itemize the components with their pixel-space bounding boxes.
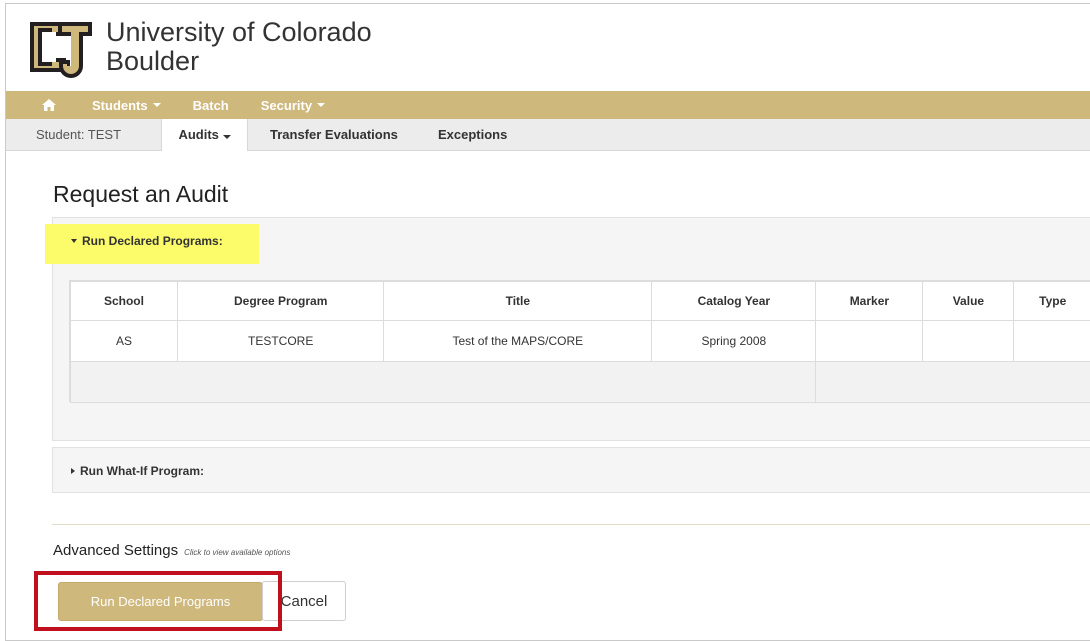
sub-nav: Student: TEST Audits Transfer Evaluation… [6, 119, 1090, 151]
cell-value [922, 320, 1015, 362]
nav-students-label: Students [92, 97, 148, 113]
tab-transfer-evaluations[interactable]: Transfer Evaluations [270, 119, 398, 150]
student-label: Student: TEST [36, 127, 122, 142]
col-marker: Marker [815, 281, 924, 321]
table-header-row: School Degree Program Title Catalog Year… [70, 281, 1090, 321]
declared-programs-heading: Run Declared Programs: [82, 234, 223, 248]
cell-school: AS [70, 320, 178, 362]
empty-cell [815, 361, 1090, 403]
nav-batch[interactable]: Batch [193, 98, 229, 113]
declared-programs-panel: Run Declared Programs: School Degree Pro… [45, 217, 1090, 441]
col-title: Title [383, 281, 653, 321]
table-row-empty [69, 361, 1090, 403]
what-if-heading: Run What-If Program: [80, 464, 204, 478]
cell-title: Test of the MAPS/CORE [383, 320, 653, 362]
advanced-settings-hint: Click to view available options [184, 548, 291, 557]
nav-batch-label: Batch [192, 97, 229, 113]
tab-audits-label: Audits [178, 127, 219, 142]
declared-programs-table: School Degree Program Title Catalog Year… [69, 280, 1090, 403]
caret-right-icon [71, 468, 75, 474]
callout-box [34, 571, 282, 631]
cell-catalog-year: Spring 2008 [651, 320, 817, 362]
tab-audits[interactable]: Audits [161, 119, 248, 151]
nav-security-label: Security [260, 97, 313, 113]
chevron-down-icon [317, 103, 326, 107]
tab-exceptions[interactable]: Exceptions [438, 119, 507, 150]
what-if-panel[interactable]: Run What-If Program: [52, 447, 1090, 493]
empty-cell [69, 361, 817, 403]
page-title: Request an Audit [53, 181, 229, 207]
col-type: Type [1013, 281, 1090, 321]
nav-security[interactable]: Security [260, 97, 326, 113]
col-degree-program: Degree Program [176, 281, 385, 321]
cell-type [1013, 320, 1090, 362]
declared-programs-header[interactable]: Run Declared Programs: [45, 218, 1090, 264]
chevron-down-icon [222, 135, 231, 139]
brand-line2: Boulder [106, 46, 200, 76]
cell-degree-program: TESTCORE [176, 320, 385, 362]
top-nav: Students Batch Security [6, 91, 1090, 119]
chevron-down-icon [152, 103, 161, 107]
col-catalog-year: Catalog Year [651, 281, 817, 321]
cu-logo-icon [30, 22, 92, 78]
brand[interactable]: University of Colorado Boulder [24, 12, 372, 82]
col-value: Value [922, 281, 1015, 321]
caret-down-icon [71, 239, 77, 243]
advanced-settings[interactable]: Advanced Settings Click to view availabl… [53, 542, 290, 559]
home-icon[interactable] [38, 95, 60, 115]
nav-students[interactable]: Students [92, 98, 161, 113]
table-row[interactable]: AS TESTCORE Test of the MAPS/CORE Spring… [70, 320, 1090, 362]
divider [52, 524, 1090, 525]
advanced-settings-title: Advanced Settings [53, 542, 179, 559]
cell-marker [815, 320, 924, 362]
brand-line1: University of Colorado [106, 17, 372, 47]
col-school: School [70, 281, 178, 321]
